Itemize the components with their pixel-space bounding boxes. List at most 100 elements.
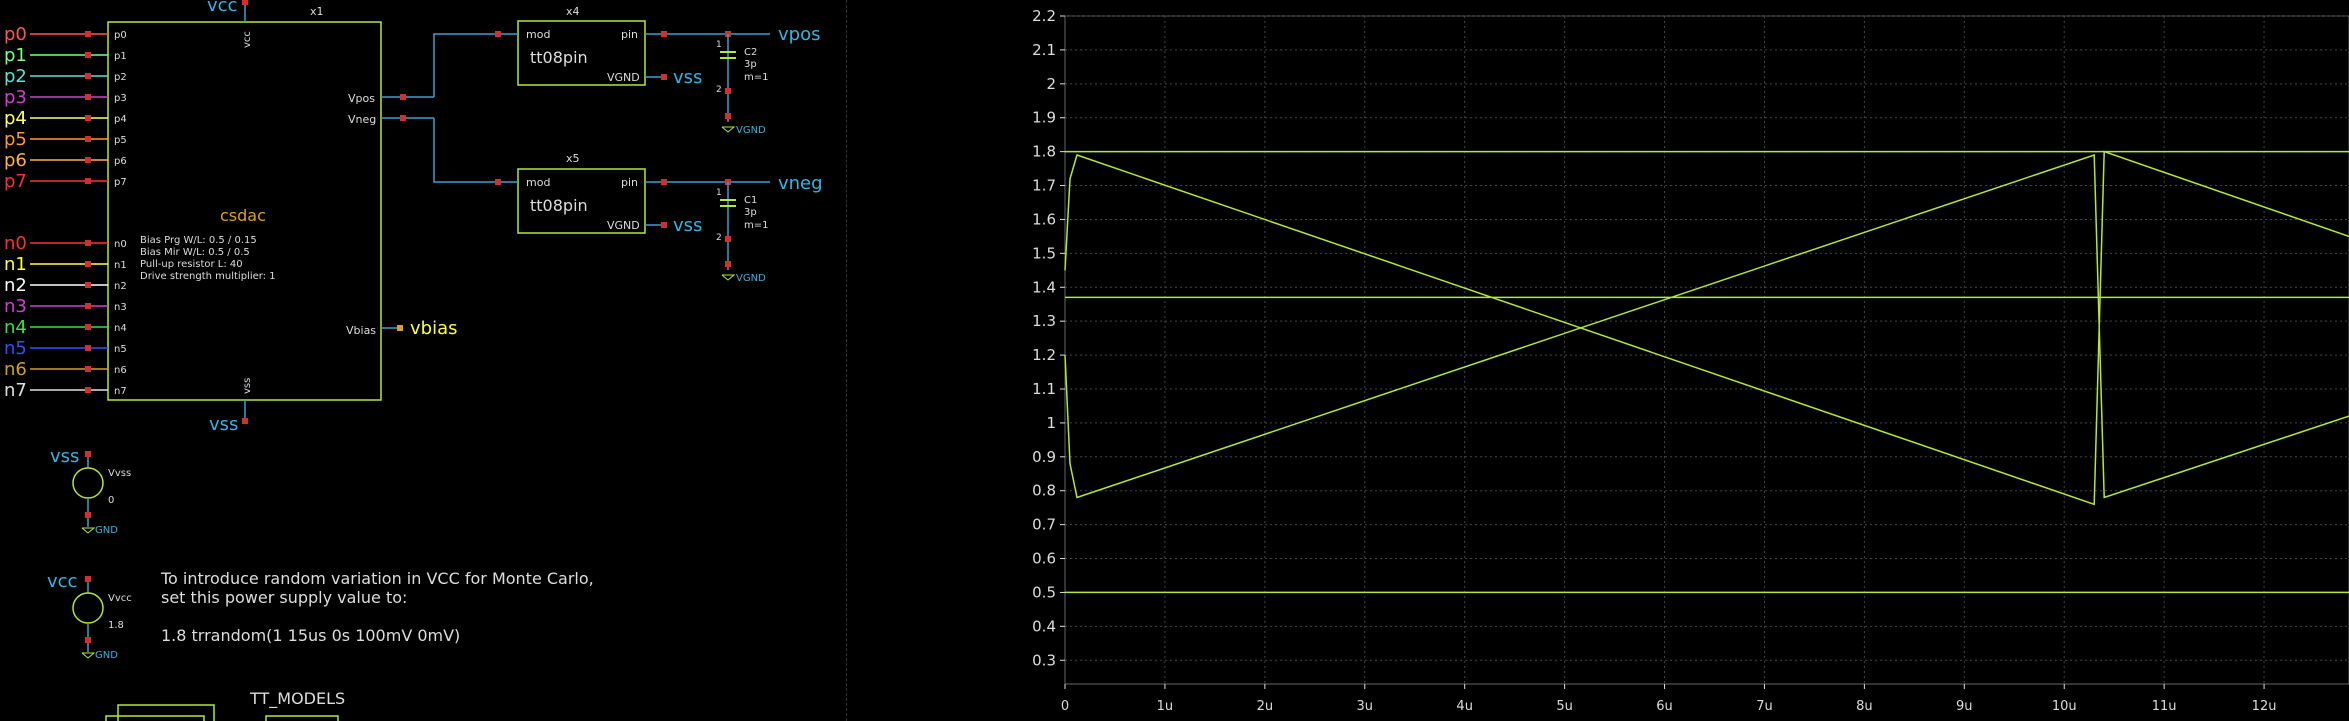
p-port-label-0[interactable]: p0 <box>4 24 27 45</box>
block-parameters: Bias Prg W/L: 0.5 / 0.15Bias Mir W/L: 0.… <box>140 235 276 282</box>
trace-3[interactable] <box>1064 150 2349 506</box>
vvss-source-symbol[interactable] <box>72 467 104 499</box>
n-port-node-3 <box>85 303 91 309</box>
n-port-node-6 <box>85 366 91 372</box>
n-port-label-0[interactable]: n0 <box>4 233 27 254</box>
block-param-1: Bias Mir W/L: 0.5 / 0.5 <box>140 247 250 258</box>
y-tick-label-19: 2.2 <box>1032 7 1056 25</box>
n-block-pin-3: n3 <box>114 302 127 313</box>
p-port-label-3[interactable]: p3 <box>4 87 27 108</box>
capacitor-c1[interactable] <box>720 182 736 281</box>
x-tick-label-11: 11u <box>2152 699 2177 714</box>
c1-value: 3p <box>744 207 757 218</box>
n-block-pin-0: n0 <box>114 239 127 250</box>
x4-vss-label[interactable]: vss <box>673 67 702 88</box>
schematic-canvas[interactable]: x1 vcc vcc vss vss csdac Bias Prg W/L: 0… <box>0 0 850 721</box>
capacitor-c2[interactable] <box>720 34 736 133</box>
c2-gnd-label: VGND <box>736 125 766 136</box>
n-block-pin-6: n6 <box>114 365 127 376</box>
x-tick-label-1: 1u <box>1157 699 1174 714</box>
y-tick-label-6: 0.9 <box>1032 448 1056 466</box>
waveform-plot[interactable]: 0.3 0.4 0.5 0.6 0.7 0.8 0.9 1 1.1 1.2 1.3 1.4 1.5 1.6… <box>1000 0 2349 721</box>
p-block-pin-2: p2 <box>114 72 127 83</box>
p-block-pin-6: p6 <box>114 156 127 167</box>
p-port-node-2 <box>85 73 91 79</box>
y-tick-label-3: 0.6 <box>1032 550 1056 568</box>
trace-4[interactable] <box>1064 153 2349 499</box>
p-port-node-6 <box>85 157 91 163</box>
vvss-value: 0 <box>108 495 114 506</box>
p-port-label-6[interactable]: p6 <box>4 150 27 171</box>
p-block-pin-1: p1 <box>114 51 127 62</box>
c2-value: 3p <box>744 59 757 70</box>
block-param-3: Drive strength multiplier: 1 <box>140 271 276 282</box>
n-port-label-7[interactable]: n7 <box>4 380 27 401</box>
vbias-label[interactable]: vbias <box>410 318 458 339</box>
n-port-label-5[interactable]: n5 <box>4 338 27 359</box>
x-axis: 0 1u 2u 3u 4u 5u 6u 7u 8u 9u 10u 11u 12u <box>1061 684 2276 714</box>
n-port-label-4[interactable]: n4 <box>4 317 27 338</box>
block-vbias-pin: Vbias <box>346 324 376 337</box>
tt08pin-x5-name: tt08pin <box>530 196 588 215</box>
x-tick-label-7: 7u <box>1756 699 1773 714</box>
n-block-pin-4: n4 <box>114 323 127 334</box>
y-tick-label-18: 2.1 <box>1032 41 1056 59</box>
instance-x5-label: x5 <box>566 152 580 165</box>
c2-pin2: 2 <box>716 85 722 95</box>
p-port-node-3 <box>85 94 91 100</box>
n-block-pin-7: n7 <box>114 386 127 397</box>
y-tick-label-2: 0.5 <box>1032 583 1056 601</box>
block-param-0: Bias Prg W/L: 0.5 / 0.15 <box>140 235 257 246</box>
x5-vss-label[interactable]: vss <box>673 215 702 236</box>
p-port-label-5[interactable]: p5 <box>4 129 27 150</box>
y-tick-label-14: 1.7 <box>1032 177 1056 195</box>
vvcc-net-label[interactable]: vcc <box>47 571 77 592</box>
n-port-label-2[interactable]: n2 <box>4 275 27 296</box>
vvss-net-label[interactable]: vss <box>50 446 79 467</box>
y-tick-label-4: 0.7 <box>1032 516 1056 534</box>
y-tick-label-8: 1.1 <box>1032 380 1056 398</box>
x-tick-label-2: 2u <box>1257 699 1274 714</box>
y-tick-label-17: 2 <box>1046 75 1056 93</box>
y-tick-label-9: 1.2 <box>1032 346 1056 364</box>
plot-grid <box>1065 15 2349 684</box>
tt-models-label: TT_MODELS <box>249 689 345 709</box>
y-tick-label-12: 1.5 <box>1032 244 1056 262</box>
vneg-label[interactable]: vneg <box>778 173 823 194</box>
tt08pin-x4-vgnd-pin: VGND <box>607 71 640 84</box>
n-block-pin-5: n5 <box>114 344 127 355</box>
tt-models-block-3[interactable] <box>265 715 339 721</box>
vvcc-source-symbol[interactable] <box>72 592 104 624</box>
n-port-label-3[interactable]: n3 <box>4 296 27 317</box>
monte-carlo-note-line-3: 1.8 trrandom(1 15us 0s 100mV 0mV) <box>161 626 460 645</box>
tt08pin-x4-pin-pin: pin <box>621 28 638 41</box>
tt08pin-x5-mod-pin: mod <box>526 176 550 189</box>
n-port-label-1[interactable]: n1 <box>4 254 27 275</box>
x-tick-label-0: 0 <box>1061 699 1069 714</box>
p-port-node-0 <box>85 31 91 37</box>
p-port-label-4[interactable]: p4 <box>4 108 27 129</box>
x-tick-label-5: 5u <box>1556 699 1573 714</box>
n-port-label-6[interactable]: n6 <box>4 359 27 380</box>
block-name: csdac <box>220 206 266 225</box>
tt-models-block[interactable] <box>117 704 215 721</box>
p-port-label-2[interactable]: p2 <box>4 66 27 87</box>
y-axis: 0.3 0.4 0.5 0.6 0.7 0.8 0.9 1 1.1 1.2 1.3 1.4 1.5 1.6… <box>1032 7 1065 669</box>
p-port-node-4 <box>85 115 91 121</box>
p-port-node-7 <box>85 178 91 184</box>
n-port-node-4 <box>85 324 91 330</box>
x-tick-label-4: 4u <box>1456 699 1473 714</box>
vpos-label[interactable]: vpos <box>778 24 820 45</box>
c2-pin1: 1 <box>716 40 722 50</box>
pane-separator <box>846 0 847 721</box>
c1-name: C1 <box>744 195 757 206</box>
vcc-top-label: vcc <box>207 0 237 16</box>
p-port-label-7[interactable]: p7 <box>4 171 27 192</box>
y-tick-label-0: 0.3 <box>1032 651 1056 669</box>
y-tick-label-5: 0.8 <box>1032 482 1056 500</box>
n-port-node-2 <box>85 282 91 288</box>
tt08pin-x4-mod-pin: mod <box>526 28 550 41</box>
p-block-pin-3: p3 <box>114 93 127 104</box>
tt-models-block-2[interactable] <box>105 715 205 721</box>
p-port-label-1[interactable]: p1 <box>4 45 27 66</box>
